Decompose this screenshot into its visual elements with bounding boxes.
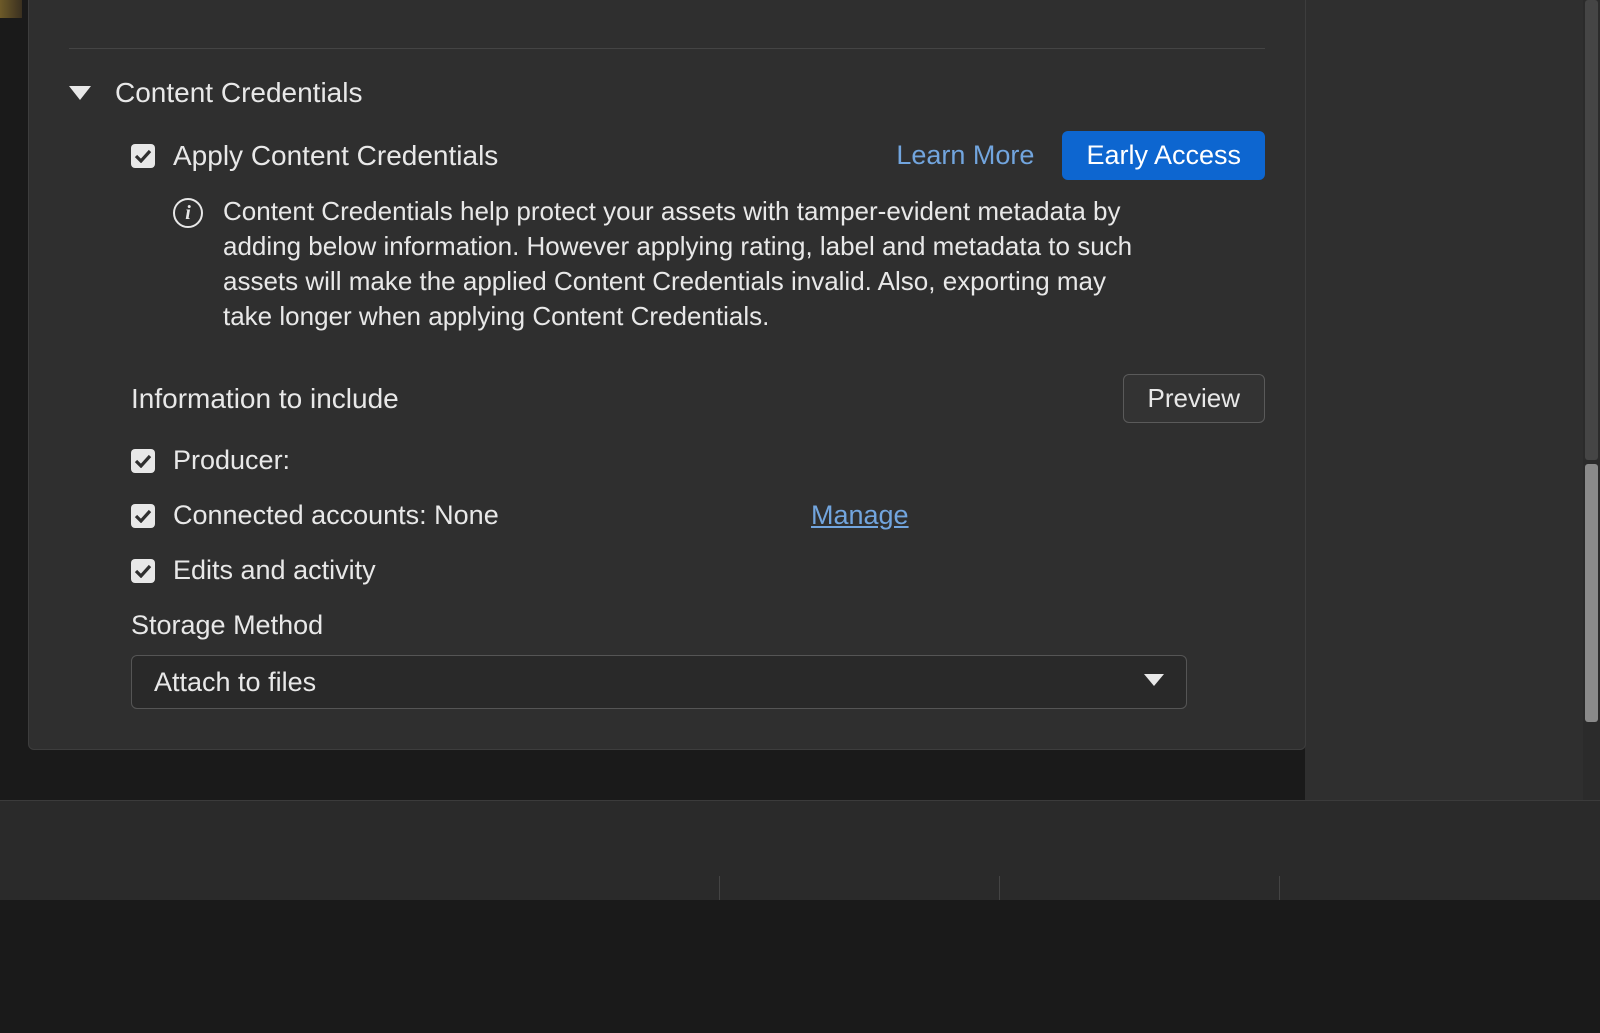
scrollbar-track[interactable] — [1583, 0, 1600, 800]
content-credentials-section: Content Credentials Apply Content Creden… — [29, 49, 1305, 749]
chevron-down-icon[interactable] — [69, 82, 91, 104]
info-row: i Content Credentials help protect your … — [131, 194, 1265, 334]
storage-method-label: Storage Method — [131, 610, 1265, 641]
include-item-edits: Edits and activity — [131, 555, 1265, 586]
section-header: Content Credentials — [69, 77, 1265, 109]
early-access-badge: Early Access — [1062, 131, 1265, 180]
right-gutter — [1305, 0, 1600, 800]
storage-method-dropdown[interactable]: Attach to files — [131, 655, 1187, 709]
preview-button[interactable]: Preview — [1123, 374, 1265, 423]
producer-label: Producer: — [173, 445, 290, 476]
apply-row: Apply Content Credentials Learn More Ear… — [131, 131, 1265, 180]
include-header-row: Information to include Preview — [131, 374, 1265, 423]
bottom-bar — [0, 800, 1600, 900]
scrollbar-thumb-dim[interactable] — [1585, 0, 1598, 460]
include-item-producer: Producer: — [131, 445, 1265, 476]
scrollbar-thumb[interactable] — [1585, 464, 1598, 722]
learn-more-link[interactable]: Learn More — [896, 140, 1034, 171]
apply-label: Apply Content Credentials — [173, 140, 498, 172]
edits-label: Edits and activity — [173, 555, 376, 586]
include-title: Information to include — [131, 383, 399, 415]
left-edge-decoration — [0, 0, 22, 18]
edits-checkbox[interactable] — [131, 559, 155, 583]
apply-right: Learn More Early Access — [896, 131, 1265, 180]
info-text: Content Credentials help protect your as… — [223, 194, 1143, 334]
info-icon: i — [173, 198, 203, 228]
producer-checkbox[interactable] — [131, 449, 155, 473]
storage-method-value: Attach to files — [154, 667, 316, 698]
manage-link[interactable]: Manage — [811, 500, 909, 531]
content-credentials-panel: Content Credentials Apply Content Creden… — [28, 0, 1306, 750]
connected-label: Connected accounts: None — [173, 500, 499, 531]
connected-checkbox[interactable] — [131, 504, 155, 528]
include-item-connected: Connected accounts: None Manage — [131, 500, 1265, 531]
bottom-dividers — [0, 876, 1600, 900]
section-title: Content Credentials — [115, 77, 362, 109]
apply-left: Apply Content Credentials — [131, 140, 498, 172]
chevron-down-icon — [1144, 673, 1164, 691]
apply-checkbox[interactable] — [131, 144, 155, 168]
app-root: Content Credentials Apply Content Creden… — [0, 0, 1600, 1033]
section-body: Apply Content Credentials Learn More Ear… — [69, 131, 1265, 709]
